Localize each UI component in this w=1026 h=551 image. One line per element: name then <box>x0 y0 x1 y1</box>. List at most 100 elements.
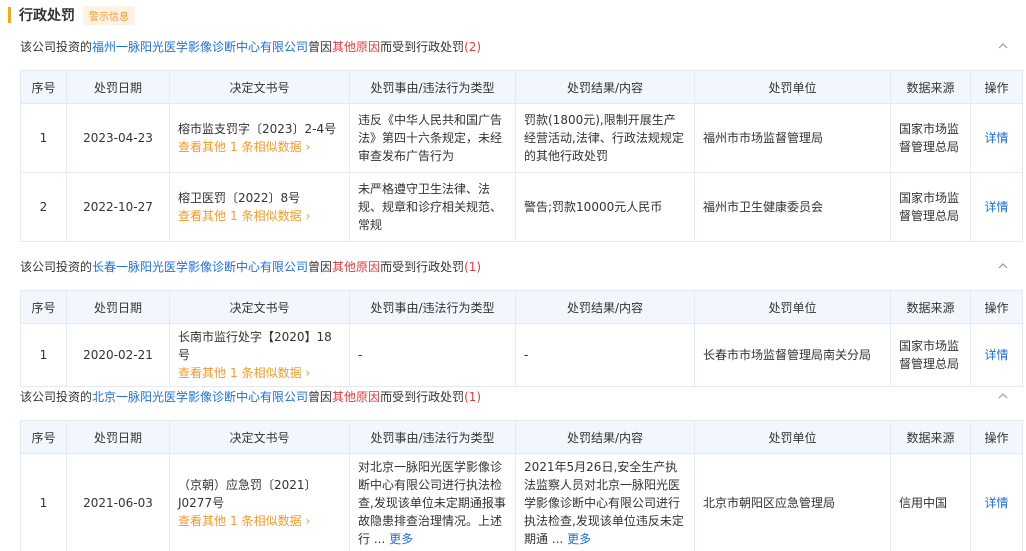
row-index: 1 <box>20 453 67 551</box>
row-reason: 违反《中华人民共和国广告法》第四十六条规定，未经审查发布广告行为 <box>349 103 516 173</box>
chevron-up-icon[interactable] <box>998 41 1008 51</box>
similar-suffix: 条相似数据 <box>241 366 302 380</box>
section-title-changchun: 该公司投资的长春一脉阳光医学影像诊断中心有限公司曾因其他原因而受到行政处罚(1) <box>20 257 1020 277</box>
record-count: (1) <box>464 260 482 274</box>
doc-number: 榕卫医罚〔2022〕8号 <box>178 191 301 205</box>
table-row: 1 2021-06-03 （京朝）应急罚〔2021〕J0277号 查看其他 1 条相… <box>20 453 1023 551</box>
section-header: 行政处罚 警示信息 <box>0 0 1026 30</box>
row-result: 罚款(1800元),限制开展生产经营活动,法律、行政法规规定的其他行政处罚 <box>515 103 695 173</box>
chevron-right-icon: › <box>305 209 311 223</box>
reason-text: 其他原因 <box>332 390 381 404</box>
doc-number: 榕市监支罚字〔2023〕2-4号 <box>178 122 337 136</box>
table-row: 2 2022-10-27 榕卫医罚〔2022〕8号 查看其他 1 条相似数据 › 未… <box>20 172 1023 242</box>
record-count: (2) <box>464 40 482 54</box>
table-row: 1 2020-02-21 长南市监行处字【2020】18号 查看其他 1 条相似数据… <box>20 323 1023 387</box>
penalty-table-changchun: 序号 处罚日期 决定文书号 处罚事由/违法行为类型 处罚结果/内容 处罚单位 数… <box>20 290 1023 387</box>
similar-count: 1 <box>230 209 238 223</box>
row-index: 2 <box>20 172 67 242</box>
row-date: 2023-04-23 <box>66 103 170 173</box>
company-link[interactable]: 长春一脉阳光医学影像诊断中心有限公司 <box>92 260 308 274</box>
title-suffix: 而受到行政处罚 <box>380 40 465 54</box>
col-doc: 决定文书号 <box>169 70 350 104</box>
title-mid: 曾因 <box>308 260 333 274</box>
similar-prefix: 查看其他 <box>178 366 227 380</box>
col-action: 操作 <box>970 70 1023 104</box>
chevron-right-icon: › <box>305 514 311 528</box>
table-row: 1 2023-04-23 榕市监支罚字〔2023〕2-4号 查看其他 1 条相似数据… <box>20 103 1023 173</box>
row-unit: 北京市朝阳区应急管理局 <box>694 453 891 551</box>
similar-data-link[interactable]: 查看其他 1 条相似数据 › <box>178 138 341 156</box>
detail-link[interactable]: 详情 <box>970 323 1023 387</box>
section-title-beijing: 该公司投资的北京一脉阳光医学影像诊断中心有限公司曾因其他原因而受到行政处罚(1) <box>20 387 1020 407</box>
row-source: 国家市场监督管理总局 <box>890 103 971 173</box>
title-mid: 曾因 <box>308 40 333 54</box>
company-link[interactable]: 福州一脉阳光医学影像诊断中心有限公司 <box>92 40 308 54</box>
col-result: 处罚结果/内容 <box>515 420 695 454</box>
similar-count: 1 <box>230 366 238 380</box>
detail-link[interactable]: 详情 <box>970 453 1023 551</box>
col-date: 处罚日期 <box>66 420 170 454</box>
similar-suffix: 条相似数据 <box>241 209 302 223</box>
col-doc: 决定文书号 <box>169 290 350 324</box>
similar-prefix: 查看其他 <box>178 209 227 223</box>
chevron-up-icon[interactable] <box>998 261 1008 271</box>
col-date: 处罚日期 <box>66 290 170 324</box>
title-prefix: 该公司投资的 <box>20 40 93 54</box>
row-result: 警告;罚款10000元人民币 <box>515 172 695 242</box>
col-source: 数据来源 <box>890 290 971 324</box>
detail-link[interactable]: 详情 <box>970 103 1023 173</box>
row-date: 2021-06-03 <box>66 453 170 551</box>
row-unit: 福州市市场监督管理局 <box>694 103 891 173</box>
row-doc: 长南市监行处字【2020】18号 查看其他 1 条相似数据 › <box>169 323 350 387</box>
row-reason: - <box>349 323 516 387</box>
col-action: 操作 <box>970 420 1023 454</box>
row-result: - <box>515 323 695 387</box>
chevron-right-icon: › <box>305 140 311 154</box>
col-source: 数据来源 <box>890 420 971 454</box>
row-unit: 长春市市场监督管理局南关分局 <box>694 323 891 387</box>
similar-prefix: 查看其他 <box>178 140 227 154</box>
ellipsis: ... <box>373 532 386 546</box>
table-header: 序号 处罚日期 决定文书号 处罚事由/违法行为类型 处罚结果/内容 处罚单位 数… <box>20 290 1023 324</box>
row-date: 2020-02-21 <box>66 323 170 387</box>
similar-data-link[interactable]: 查看其他 1 条相似数据 › <box>178 207 341 225</box>
table-header: 序号 处罚日期 决定文书号 处罚事由/违法行为类型 处罚结果/内容 处罚单位 数… <box>20 420 1023 454</box>
row-source: 信用中国 <box>890 453 971 551</box>
col-date: 处罚日期 <box>66 70 170 104</box>
col-reason: 处罚事由/违法行为类型 <box>349 70 516 104</box>
col-doc: 决定文书号 <box>169 420 350 454</box>
doc-number: 长南市监行处字【2020】18号 <box>178 330 332 362</box>
more-link[interactable]: 更多 <box>567 532 591 546</box>
title-prefix: 该公司投资的 <box>20 390 93 404</box>
similar-data-link[interactable]: 查看其他 1 条相似数据 › <box>178 364 341 382</box>
company-link[interactable]: 北京一脉阳光医学影像诊断中心有限公司 <box>92 390 308 404</box>
ellipsis: ... <box>551 532 564 546</box>
col-index: 序号 <box>20 70 67 104</box>
row-date: 2022-10-27 <box>66 172 170 242</box>
similar-suffix: 条相似数据 <box>241 514 302 528</box>
title-prefix: 该公司投资的 <box>20 260 93 274</box>
row-reason: 对北京一脉阳光医学影像诊断中心有限公司进行执法检查,发现该单位未定期通报事故隐患… <box>349 453 516 551</box>
row-source: 国家市场监督管理总局 <box>890 323 971 387</box>
more-link[interactable]: 更多 <box>389 532 413 546</box>
penalty-table-fuzhou: 序号 处罚日期 决定文书号 处罚事由/违法行为类型 处罚结果/内容 处罚单位 数… <box>20 70 1023 242</box>
row-index: 1 <box>20 103 67 173</box>
detail-link[interactable]: 详情 <box>970 172 1023 242</box>
page-title: 行政处罚 <box>19 8 75 24</box>
reason-text: 其他原因 <box>332 260 381 274</box>
chevron-up-icon[interactable] <box>998 391 1008 401</box>
col-result: 处罚结果/内容 <box>515 70 695 104</box>
result-text-truncated: 2021年5月26日,安全生产执法监察人员对北京一脉阳光医学影像诊断中心有限公司… <box>524 460 684 546</box>
accent-bar <box>8 7 11 23</box>
row-doc: （京朝）应急罚〔2021〕J0277号 查看其他 1 条相似数据 › <box>169 453 350 551</box>
row-index: 1 <box>20 323 67 387</box>
table-header: 序号 处罚日期 决定文书号 处罚事由/违法行为类型 处罚结果/内容 处罚单位 数… <box>20 70 1023 104</box>
similar-count: 1 <box>230 514 238 528</box>
similar-data-link[interactable]: 查看其他 1 条相似数据 › <box>178 512 341 530</box>
col-unit: 处罚单位 <box>694 70 891 104</box>
penalty-table-beijing: 序号 处罚日期 决定文书号 处罚事由/违法行为类型 处罚结果/内容 处罚单位 数… <box>20 420 1023 551</box>
chevron-right-icon: › <box>305 366 311 380</box>
row-doc: 榕卫医罚〔2022〕8号 查看其他 1 条相似数据 › <box>169 172 350 242</box>
reason-text: 其他原因 <box>332 40 381 54</box>
row-doc: 榕市监支罚字〔2023〕2-4号 查看其他 1 条相似数据 › <box>169 103 350 173</box>
